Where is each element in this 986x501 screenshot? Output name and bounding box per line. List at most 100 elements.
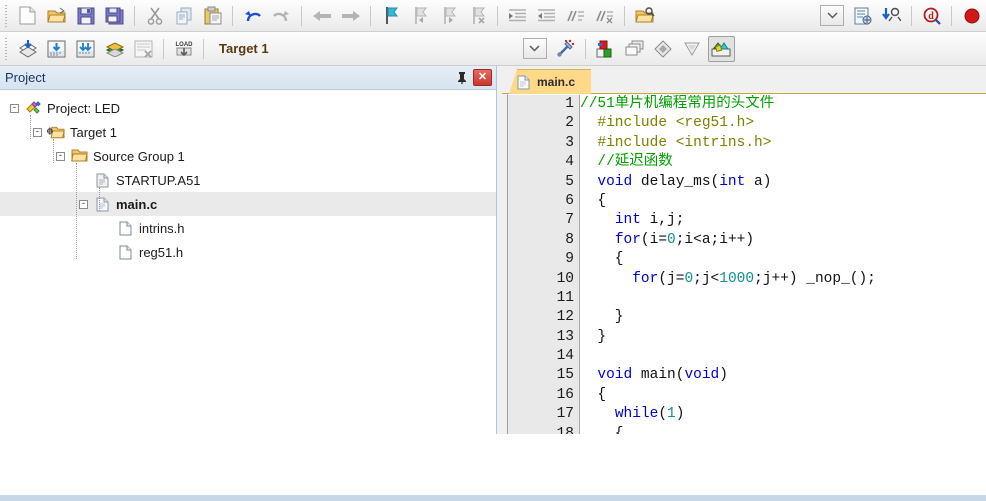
code-line[interactable]: //延迟函数 xyxy=(580,153,986,172)
bottom-filler xyxy=(0,434,986,495)
manage-run-env-icon[interactable] xyxy=(679,36,706,62)
stop-icon[interactable] xyxy=(958,3,985,29)
code-line[interactable]: void main(void) xyxy=(580,366,986,385)
close-icon[interactable]: ✕ xyxy=(473,69,492,86)
code-text[interactable]: //51单片机编程常用的头文件 #include <reg51.h> #incl… xyxy=(580,95,986,474)
target-selector-chevron-down-icon[interactable] xyxy=(522,38,547,59)
tree-item-main-c[interactable]: - main.c xyxy=(0,192,496,216)
line-number: 5 xyxy=(565,173,574,190)
load-icon[interactable]: LOAD xyxy=(170,36,197,62)
tree-expander-icon[interactable]: - xyxy=(54,150,67,163)
code-line[interactable] xyxy=(580,289,986,308)
project-panel-header: Project ✕ xyxy=(0,66,496,90)
code-line[interactable]: //51单片机编程常用的头文件 xyxy=(580,95,986,114)
code-token: for xyxy=(632,270,659,287)
code-token: 1000 xyxy=(719,270,755,287)
debug-download-icon[interactable] xyxy=(878,3,905,29)
tree-item-startup-a51[interactable]: STARTUP.A51 xyxy=(0,168,496,192)
code-line[interactable]: for(i=0;i<a;i++) xyxy=(580,231,986,250)
target-selector-label[interactable]: Target 1 xyxy=(219,41,269,56)
pack-installer-icon[interactable] xyxy=(650,36,677,62)
translate-icon[interactable] xyxy=(14,36,41,62)
batch-build-icon[interactable] xyxy=(101,36,128,62)
build-icon[interactable] xyxy=(43,36,70,62)
cut-icon[interactable] xyxy=(141,3,168,29)
code-line[interactable] xyxy=(580,347,986,366)
editor-tabstrip: main.c xyxy=(502,66,986,94)
tree-item-source-group-1[interactable]: - Source Group 1 xyxy=(0,144,496,168)
bookmark-clear-icon[interactable] xyxy=(464,3,491,29)
bookmark-prev-icon[interactable] xyxy=(406,3,433,29)
bookmark-next-icon[interactable] xyxy=(435,3,462,29)
manage-components-icon[interactable] xyxy=(592,36,619,62)
toolbar-separator xyxy=(232,5,233,26)
multi-project-icon[interactable] xyxy=(621,36,648,62)
code-token: ( xyxy=(658,406,668,423)
comment-icon[interactable] xyxy=(562,3,589,29)
stop-build-icon[interactable] xyxy=(130,36,157,62)
code-line[interactable]: while(1) xyxy=(580,405,986,424)
toolbar-grip[interactable] xyxy=(3,4,11,27)
code-line[interactable]: { xyxy=(580,192,986,211)
navigate-back-icon[interactable] xyxy=(308,3,335,29)
configuration-wizard-icon[interactable] xyxy=(849,3,876,29)
tree-item-reg51-h[interactable]: reg51.h xyxy=(0,240,496,264)
svg-text:d: d xyxy=(928,11,934,22)
target-options-icon[interactable] xyxy=(552,36,579,62)
open-file-icon[interactable] xyxy=(43,3,70,29)
open-project-icon[interactable] xyxy=(631,3,658,29)
code-line[interactable]: #include <intrins.h> xyxy=(580,134,986,153)
navigate-forward-icon[interactable] xyxy=(337,3,364,29)
tree-item-project-led[interactable]: - Project: LED xyxy=(0,96,496,120)
code-line[interactable]: { xyxy=(580,386,986,405)
code-line[interactable]: } xyxy=(580,328,986,347)
copy-icon[interactable] xyxy=(170,3,197,29)
tree-item-label: STARTUP.A51 xyxy=(116,172,201,188)
code-token: void xyxy=(684,367,720,384)
line-number-gutter: 1234567891011121314151617181920212223 xyxy=(508,95,580,474)
project-tree[interactable]: - Project: LED - Target 1- Source Group 1 STA… xyxy=(0,90,496,466)
code-line[interactable]: #include <reg51.h> xyxy=(580,114,986,133)
code-line[interactable]: int i,j; xyxy=(580,211,986,230)
save-icon[interactable] xyxy=(72,3,99,29)
rebuild-icon[interactable] xyxy=(72,36,99,62)
toolbar-separator xyxy=(163,38,164,59)
tree-item-intrins-h[interactable]: intrins.h xyxy=(0,216,496,240)
tree-item-target-1[interactable]: - Target 1 xyxy=(0,120,496,144)
uncomment-icon[interactable] xyxy=(591,3,618,29)
outdent-icon[interactable] xyxy=(533,3,560,29)
cmsis-icon[interactable] xyxy=(707,35,735,62)
tree-expander-icon[interactable]: - xyxy=(31,126,44,139)
code-line[interactable]: void delay_ms(int a) xyxy=(580,173,986,192)
tree-item-label: main.c xyxy=(116,196,158,212)
undo-icon[interactable] xyxy=(239,3,266,29)
tree-expander-icon[interactable]: - xyxy=(77,198,90,211)
new-file-icon[interactable] xyxy=(14,3,41,29)
code-token: i,j; xyxy=(640,212,685,229)
build-toolbar: LOAD Target 1 xyxy=(0,32,986,66)
code-line[interactable]: for(j=0;j<1000;j++) _nop_(); xyxy=(580,270,986,289)
redo-icon[interactable] xyxy=(268,3,295,29)
save-all-icon[interactable] xyxy=(101,3,128,29)
line-number: 9 xyxy=(565,251,574,268)
code-token: main( xyxy=(632,367,685,384)
code-editor[interactable]: 1234567891011121314151617181920212223 //… xyxy=(507,94,986,474)
pin-icon[interactable] xyxy=(453,69,471,87)
paste-icon[interactable] xyxy=(199,3,226,29)
bookmark-toggle-icon[interactable] xyxy=(377,3,404,29)
editor-tab-main-c[interactable]: main.c xyxy=(509,69,592,94)
indent-icon[interactable] xyxy=(504,3,531,29)
find-in-files-icon[interactable]: d xyxy=(918,3,945,29)
code-line[interactable]: } xyxy=(580,308,986,327)
toolbar-grip[interactable] xyxy=(3,37,11,60)
target-icon xyxy=(47,124,65,140)
code-token: ;j< xyxy=(693,270,720,287)
code-line[interactable]: { xyxy=(580,250,986,269)
tree-expander-icon[interactable]: - xyxy=(8,102,21,115)
toolbar-overflow-chevron-down-icon[interactable] xyxy=(820,5,844,26)
tree-item-label: Source Group 1 xyxy=(93,148,185,164)
